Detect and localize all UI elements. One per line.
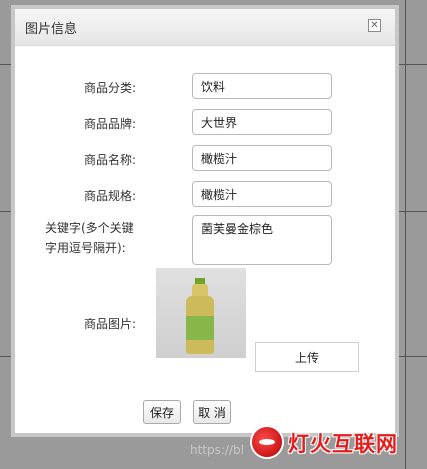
save-button[interactable]: 保存	[143, 400, 181, 424]
product-image	[156, 268, 246, 358]
brand-input[interactable]	[192, 109, 332, 135]
keywords-label-line2: 字用逗号隔开):	[45, 241, 126, 255]
close-button[interactable]: ✕	[368, 19, 381, 32]
dialog-title: 图片信息	[25, 22, 78, 37]
image-info-dialog: 图片信息 ✕ 商品分类: 商品品牌: 商品名称: 商品规格: 关键字(多个关键 …	[11, 5, 399, 437]
keywords-label-line1: 关键字(多个关键	[45, 221, 134, 235]
brand-label: 商品品牌:	[83, 117, 136, 131]
name-label: 商品名称:	[83, 153, 136, 167]
spec-input[interactable]	[192, 181, 332, 207]
cancel-button[interactable]: 取 消	[193, 400, 231, 424]
watermark-url: https://bl	[190, 443, 244, 457]
close-icon: ✕	[370, 19, 379, 31]
category-input[interactable]	[192, 73, 332, 99]
keywords-textarea[interactable]: 菌芙曼金棕色	[192, 215, 332, 265]
bottle-label	[186, 316, 214, 340]
spec-label: 商品规格:	[83, 189, 136, 203]
keywords-label: 关键字(多个关键 字用逗号隔开):	[45, 218, 155, 258]
watermark-logo-icon	[252, 427, 282, 457]
name-input[interactable]	[192, 145, 332, 171]
dialog-titlebar: 图片信息 ✕	[15, 9, 395, 46]
grid-line	[405, 0, 406, 469]
image-label: 商品图片:	[83, 317, 136, 331]
upload-button[interactable]: 上传	[255, 342, 359, 372]
watermark-brand: 灯火互联网	[288, 432, 398, 456]
category-label: 商品分类:	[83, 81, 136, 95]
